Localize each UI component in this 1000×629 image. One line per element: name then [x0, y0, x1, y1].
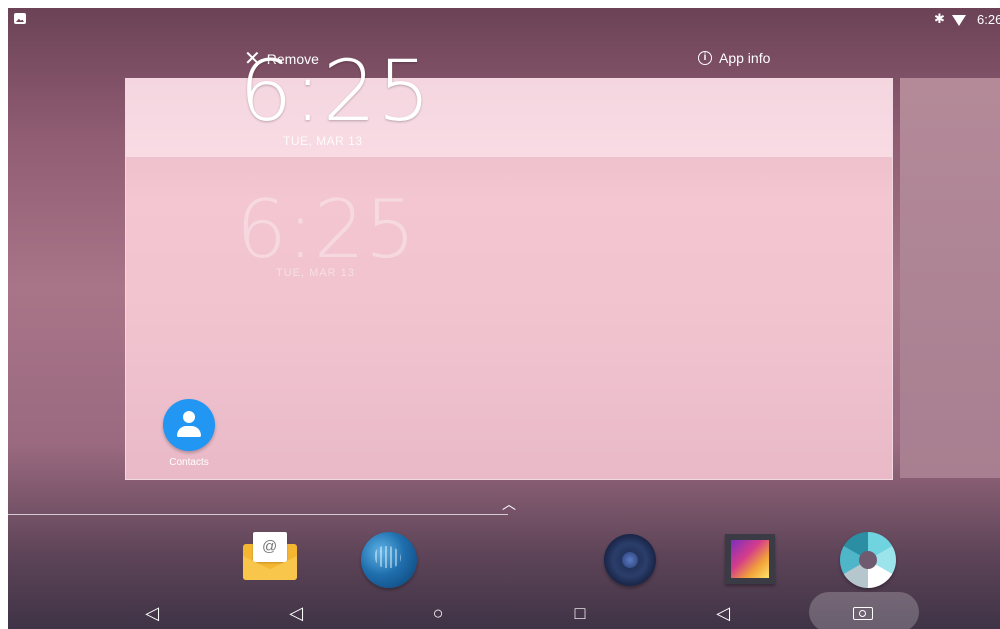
app-info-button[interactable]: i App info [698, 50, 770, 66]
home-icon[interactable]: ○ [426, 602, 450, 624]
globe-land-shape [375, 546, 401, 568]
clock-date: TUE, MAR 13 [283, 134, 363, 148]
recent-app-card-next[interactable] [900, 78, 1000, 478]
person-head-shape [183, 411, 195, 423]
image-notification-icon[interactable] [14, 13, 26, 24]
wifi-icon [952, 15, 966, 26]
navigation-bar: ◁ ◁ ○ □ ◁ [8, 592, 1000, 629]
clock-widget: 6:25 [239, 42, 432, 140]
status-time: 6:26 [977, 12, 1000, 27]
speaker-cone-shape [622, 552, 638, 568]
contacts-icon[interactable] [163, 399, 215, 451]
screenshot-icon[interactable] [851, 604, 875, 622]
screenshot-camera-lens [859, 610, 866, 617]
card-clock-date: TUE, MAR 13 [276, 267, 355, 279]
app-info-label: App info [719, 50, 771, 66]
dock-divider [8, 514, 508, 515]
chevron-up-icon[interactable]: ︿ [502, 494, 516, 514]
camera-icon[interactable] [840, 532, 896, 588]
bluetooth-icon: ✱ [934, 11, 945, 26]
android-screen: ✱ 6:26 6:25 TUE, MAR 13 Contacts ✕ Remov… [8, 8, 1000, 629]
email-icon[interactable]: @ [243, 532, 299, 588]
music-icon[interactable] [602, 532, 658, 588]
info-icon: i [698, 51, 712, 65]
person-body-shape [177, 426, 201, 437]
card-clock-widget: 6:25 [236, 183, 416, 276]
gallery-icon[interactable] [723, 532, 779, 588]
volume-down-icon[interactable]: ◁ [140, 602, 164, 624]
contacts-label: Contacts [169, 457, 209, 468]
aperture-center-shape [859, 551, 877, 569]
volume-up-icon[interactable]: ◁ [711, 602, 735, 624]
picture-shape [731, 540, 769, 578]
recents-icon[interactable]: □ [568, 602, 592, 624]
back-icon[interactable]: ◁ [284, 602, 308, 624]
at-sign-icon: @ [262, 538, 278, 555]
status-bar: ✱ 6:26 [8, 8, 1000, 32]
browser-icon[interactable] [361, 532, 417, 588]
